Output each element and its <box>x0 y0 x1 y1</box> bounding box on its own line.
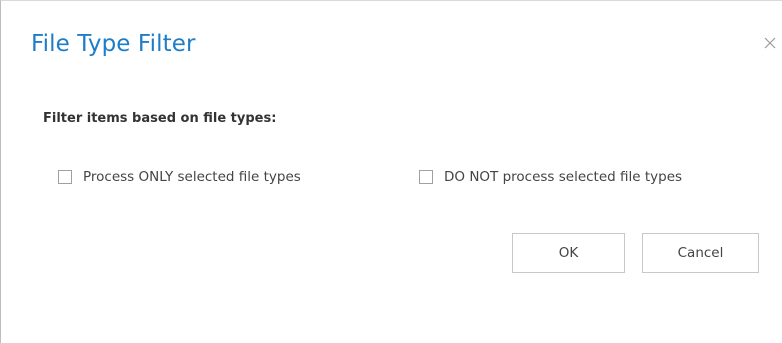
dialog-title: File Type Filter <box>31 31 196 57</box>
filter-section-label: Filter items based on file types: <box>43 111 277 126</box>
file-type-filter-dialog: File Type Filter Filter items based on f… <box>0 0 782 343</box>
close-icon[interactable] <box>763 35 777 49</box>
do-not-process-label: DO NOT process selected file types <box>444 169 683 185</box>
process-only-label: Process ONLY selected file types <box>83 169 301 185</box>
ok-button[interactable]: OK <box>512 233 625 273</box>
process-only-checkbox[interactable] <box>58 170 72 184</box>
do-not-process-option[interactable]: DO NOT process selected file types <box>419 167 682 187</box>
do-not-process-checkbox[interactable] <box>419 170 433 184</box>
process-only-option[interactable]: Process ONLY selected file types <box>58 167 301 187</box>
cancel-button[interactable]: Cancel <box>642 233 759 273</box>
